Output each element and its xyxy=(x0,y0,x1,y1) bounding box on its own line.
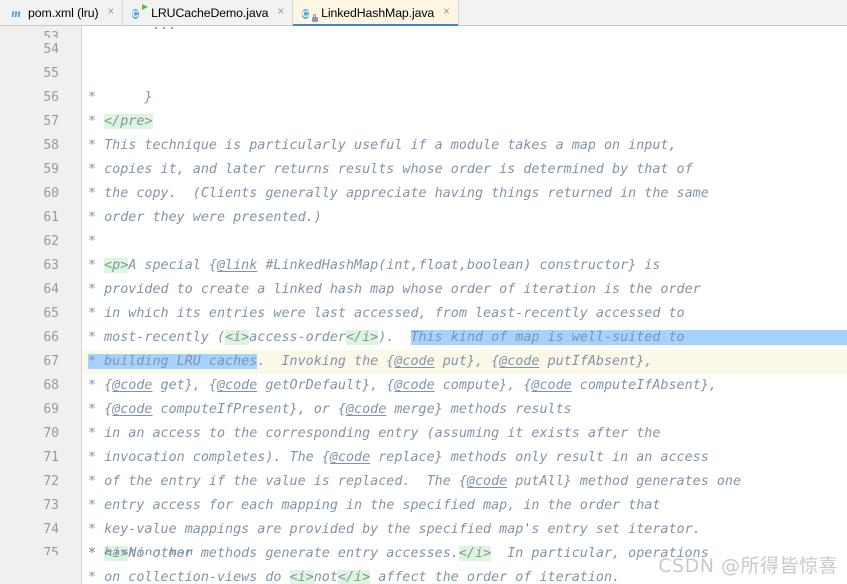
code-line-56[interactable]: * This technique is particularly useful … xyxy=(83,86,847,153)
line-number: 60 xyxy=(43,186,59,201)
line-number: 63 xyxy=(43,258,59,273)
editor-tab-bar: m pom.xml (lru) × C LRUCacheDemo.java × … xyxy=(0,0,847,26)
code-editor[interactable]: 53 54 55 56 57 58 59 60 61 62 63 64 65 6… xyxy=(0,26,847,584)
line-number: 55 xyxy=(43,66,59,81)
code-line-69[interactable]: * invocation completes). The {@code repl… xyxy=(83,398,847,465)
code-line-58[interactable]: * the copy. (Clients generally appreciat… xyxy=(83,134,847,201)
maven-icon: m xyxy=(11,5,21,20)
line-number: 64 xyxy=(43,282,59,297)
tab-pom-xml[interactable]: m pom.xml (lru) × xyxy=(0,0,124,25)
code-text: * hashing map. xyxy=(88,546,201,555)
line-number: 54 xyxy=(43,42,59,57)
code-line-55[interactable]: * </pre> xyxy=(83,62,847,129)
code-line-74[interactable]: * on collection-views do <i>not</i> affe… xyxy=(83,518,847,584)
tab-linkedhashmap-java[interactable]: C LinkedHashMap.java × xyxy=(293,0,459,26)
code-line-73[interactable]: * <i>No other methods generate entry acc… xyxy=(83,494,847,561)
html-tag-token: </i> xyxy=(337,570,371,584)
ide-editor-window: m pom.xml (lru) × C LRUCacheDemo.java × … xyxy=(0,0,847,584)
code-text: not xyxy=(313,570,338,584)
code-line-63[interactable]: * in which its entries were last accesse… xyxy=(83,254,847,321)
tab-bar-filler xyxy=(458,0,847,25)
tab-lrucachedemo-java[interactable]: C LRUCacheDemo.java × xyxy=(123,0,294,25)
line-number: 75 xyxy=(43,546,59,555)
java-class-readonly-icon: C xyxy=(302,6,319,22)
line-number: 58 xyxy=(43,138,59,153)
code-line-54[interactable]: * } xyxy=(83,38,847,105)
line-number: 69 xyxy=(43,402,59,417)
code-text: affect the order of iteration. xyxy=(370,570,621,584)
html-tag-token: <i> xyxy=(289,570,314,584)
line-number: 53 xyxy=(43,30,59,38)
line-number: 65 xyxy=(43,306,59,321)
close-icon[interactable]: × xyxy=(107,6,114,19)
line-number: 56 xyxy=(43,90,59,105)
line-number-gutter[interactable]: 53 54 55 56 57 58 59 60 61 62 63 64 65 6… xyxy=(0,26,82,584)
code-line-70[interactable]: * of the entry if the value is replaced.… xyxy=(83,422,847,489)
line-number: 73 xyxy=(43,498,59,513)
code-line-62[interactable]: * provided to create a linked hash map w… xyxy=(83,230,847,297)
line-number: 67 xyxy=(43,354,59,369)
code-line-66[interactable]: * {@code get}, {@code getOrDefault}, {@c… xyxy=(83,326,847,393)
java-class-runnable-icon: C xyxy=(132,3,149,20)
code-line-57[interactable]: * copies it, and later returns results w… xyxy=(83,110,847,177)
line-number: 70 xyxy=(43,426,59,441)
tab-label: LRUCacheDemo.java xyxy=(151,5,269,20)
code-text: * on collection-views do xyxy=(88,570,290,584)
code-line-53-clipped: * ... xyxy=(83,26,847,38)
line-number: 57 xyxy=(43,114,59,129)
code-line-71[interactable]: * entry access for each mapping in the s… xyxy=(83,446,847,513)
close-icon[interactable]: × xyxy=(443,6,450,19)
line-number: 74 xyxy=(43,522,59,537)
code-text-area[interactable]: * ... * } * </pre> * This technique is p… xyxy=(83,26,847,584)
code-line-72[interactable]: * key-value mappings are provided by the… xyxy=(83,470,847,537)
close-icon[interactable]: × xyxy=(277,6,284,19)
tab-label: LinkedHashMap.java xyxy=(321,5,435,20)
tab-label: pom.xml (lru) xyxy=(28,5,99,20)
line-number: 68 xyxy=(43,378,59,393)
line-number: 62 xyxy=(43,234,59,249)
code-line-68[interactable]: * in an access to the corresponding entr… xyxy=(83,374,847,441)
code-line-60[interactable]: * xyxy=(83,182,847,249)
code-line-75-clipped: * hashing map. xyxy=(83,542,847,555)
line-number: 66 xyxy=(43,330,59,345)
line-number: 72 xyxy=(43,474,59,489)
code-line-65[interactable]: * building LRU caches. Invoking the {@co… xyxy=(83,302,847,374)
code-line-59[interactable]: * order they were presented.) xyxy=(83,158,847,225)
code-line-67[interactable]: * {@code computeIfPresent}, or {@code me… xyxy=(83,350,847,417)
line-number: 71 xyxy=(43,450,59,465)
line-number: 61 xyxy=(43,210,59,225)
code-text: * ... xyxy=(88,26,177,33)
line-number: 59 xyxy=(43,162,59,177)
code-line-64[interactable]: * most-recently (<i>access-order</i>). T… xyxy=(83,278,847,345)
code-line-61[interactable]: * <p>A special {@link #LinkedHashMap(int… xyxy=(83,206,847,273)
